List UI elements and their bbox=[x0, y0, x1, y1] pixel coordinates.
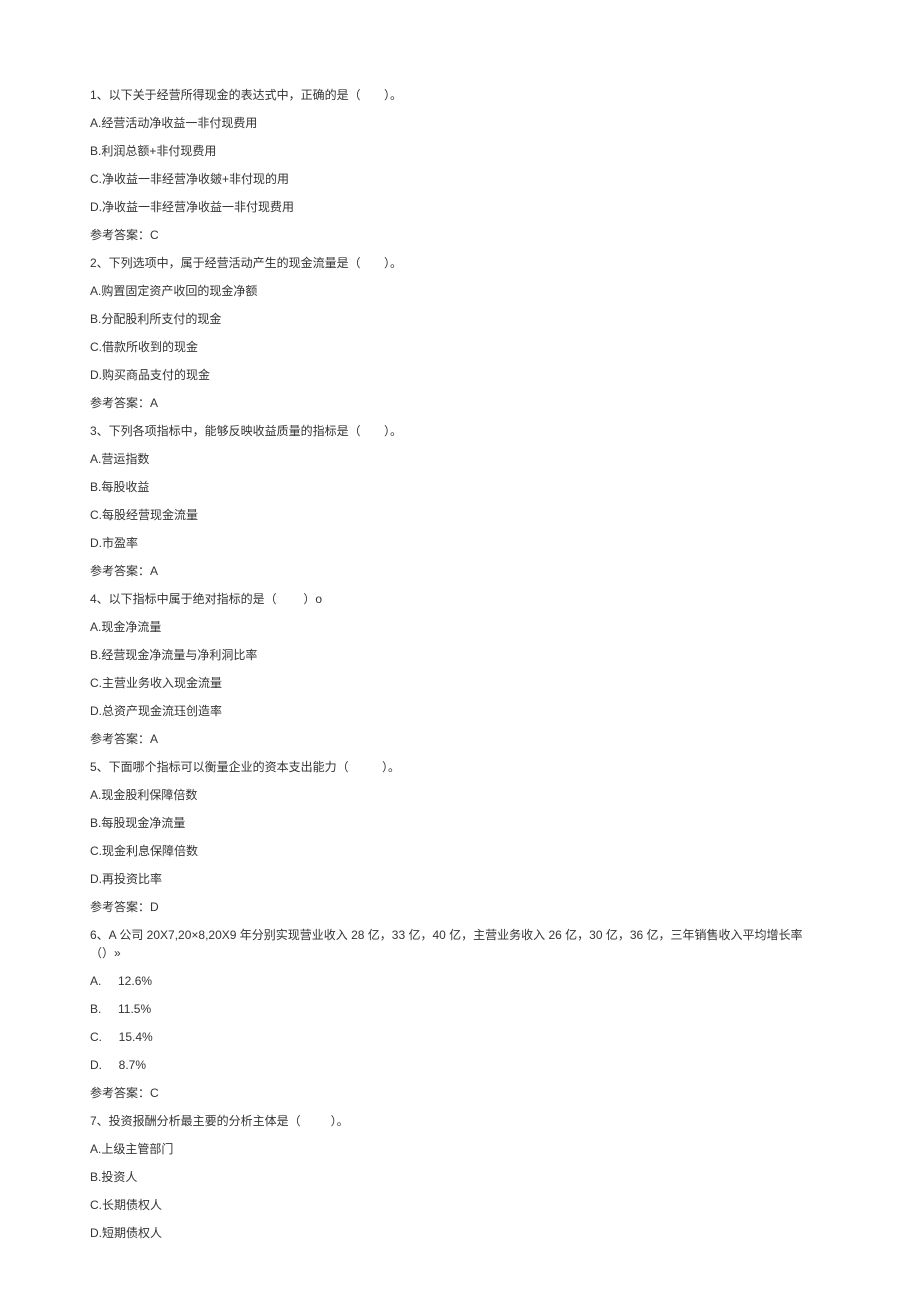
option-c: C.每股经营现金流量 bbox=[90, 506, 830, 524]
option-a: A. 12.6% bbox=[90, 972, 830, 990]
option-b: B.每股收益 bbox=[90, 478, 830, 496]
option-b: B.利润总额+非付现费用 bbox=[90, 142, 830, 160]
answer-line: 参考答案：A bbox=[90, 562, 830, 580]
question-list: 1、以下关于经营所得现金的表达式中，正确的是（ ）。 A.经营活动净收益一非付现… bbox=[90, 86, 830, 1242]
answer-line: 参考答案：D bbox=[90, 898, 830, 916]
answer-line: 参考答案：C bbox=[90, 1084, 830, 1102]
option-d: D.再投资比率 bbox=[90, 870, 830, 888]
option-b: B. 11.5% bbox=[90, 1000, 830, 1018]
question-stem: 1、以下关于经营所得现金的表达式中，正确的是（ ）。 bbox=[90, 86, 830, 104]
answer-line: 参考答案：A bbox=[90, 730, 830, 748]
option-a: A.经营活动净收益一非付现费用 bbox=[90, 114, 830, 132]
question-stem: 5、下面哪个指标可以衡量企业的资本支出能力（ ）。 bbox=[90, 758, 830, 776]
question-block: 2、下列选项中，属于经营活动产生的现金流量是（ ）。 A.购置固定资产收回的现金… bbox=[90, 254, 830, 412]
option-b: B.经营现金净流量与净利洞比率 bbox=[90, 646, 830, 664]
option-a: A.购置固定资产收回的现金净额 bbox=[90, 282, 830, 300]
option-b: B.投资人 bbox=[90, 1168, 830, 1186]
option-d: D.净收益一非经营净收益一非付现费用 bbox=[90, 198, 830, 216]
question-block: 3、下列各项指标中，能够反映收益质量的指标是（ ）。 A.营运指数 B.每股收益… bbox=[90, 422, 830, 580]
option-a: A.营运指数 bbox=[90, 450, 830, 468]
option-c: C.主营业务收入现金流量 bbox=[90, 674, 830, 692]
question-block: 6、A 公司 20X7,20×8,20X9 年分别实现营业收入 28 亿，33 … bbox=[90, 926, 830, 1102]
question-stem: 6、A 公司 20X7,20×8,20X9 年分别实现营业收入 28 亿，33 … bbox=[90, 926, 830, 962]
option-d: D.总资产现金流珏创造率 bbox=[90, 702, 830, 720]
answer-line: 参考答案：A bbox=[90, 394, 830, 412]
option-c: C.净收益一非经营净收皴+非付现的用 bbox=[90, 170, 830, 188]
question-block: 4、以下指标中属于绝对指标的是（ ）o A.现金净流量 B.经营现金净流量与净利… bbox=[90, 590, 830, 748]
question-stem: 4、以下指标中属于绝对指标的是（ ）o bbox=[90, 590, 830, 608]
option-b: B.分配股利所支付的现金 bbox=[90, 310, 830, 328]
question-block: 5、下面哪个指标可以衡量企业的资本支出能力（ ）。 A.现金股利保障倍数 B.每… bbox=[90, 758, 830, 916]
option-d: D. 8.7% bbox=[90, 1056, 830, 1074]
question-stem: 2、下列选项中，属于经营活动产生的现金流量是（ ）。 bbox=[90, 254, 830, 272]
option-d: D.市盈率 bbox=[90, 534, 830, 552]
question-block: 7、投资报酬分析最主要的分析主体是（ ）。 A.上级主管部门 B.投资人 C.长… bbox=[90, 1112, 830, 1242]
option-a: A.上级主管部门 bbox=[90, 1140, 830, 1158]
option-d: D.短期债权人 bbox=[90, 1224, 830, 1242]
answer-line: 参考答案：C bbox=[90, 226, 830, 244]
option-c: C.借款所收到的现金 bbox=[90, 338, 830, 356]
question-stem: 3、下列各项指标中，能够反映收益质量的指标是（ ）。 bbox=[90, 422, 830, 440]
option-b: B.每股现金净流量 bbox=[90, 814, 830, 832]
question-stem: 7、投资报酬分析最主要的分析主体是（ ）。 bbox=[90, 1112, 830, 1130]
option-d: D.购买商品支付的现金 bbox=[90, 366, 830, 384]
option-c: C.长期债权人 bbox=[90, 1196, 830, 1214]
question-block: 1、以下关于经营所得现金的表达式中，正确的是（ ）。 A.经营活动净收益一非付现… bbox=[90, 86, 830, 244]
option-a: A.现金股利保障倍数 bbox=[90, 786, 830, 804]
option-c: C. 15.4% bbox=[90, 1028, 830, 1046]
option-a: A.现金净流量 bbox=[90, 618, 830, 636]
option-c: C.现金利息保障倍数 bbox=[90, 842, 830, 860]
